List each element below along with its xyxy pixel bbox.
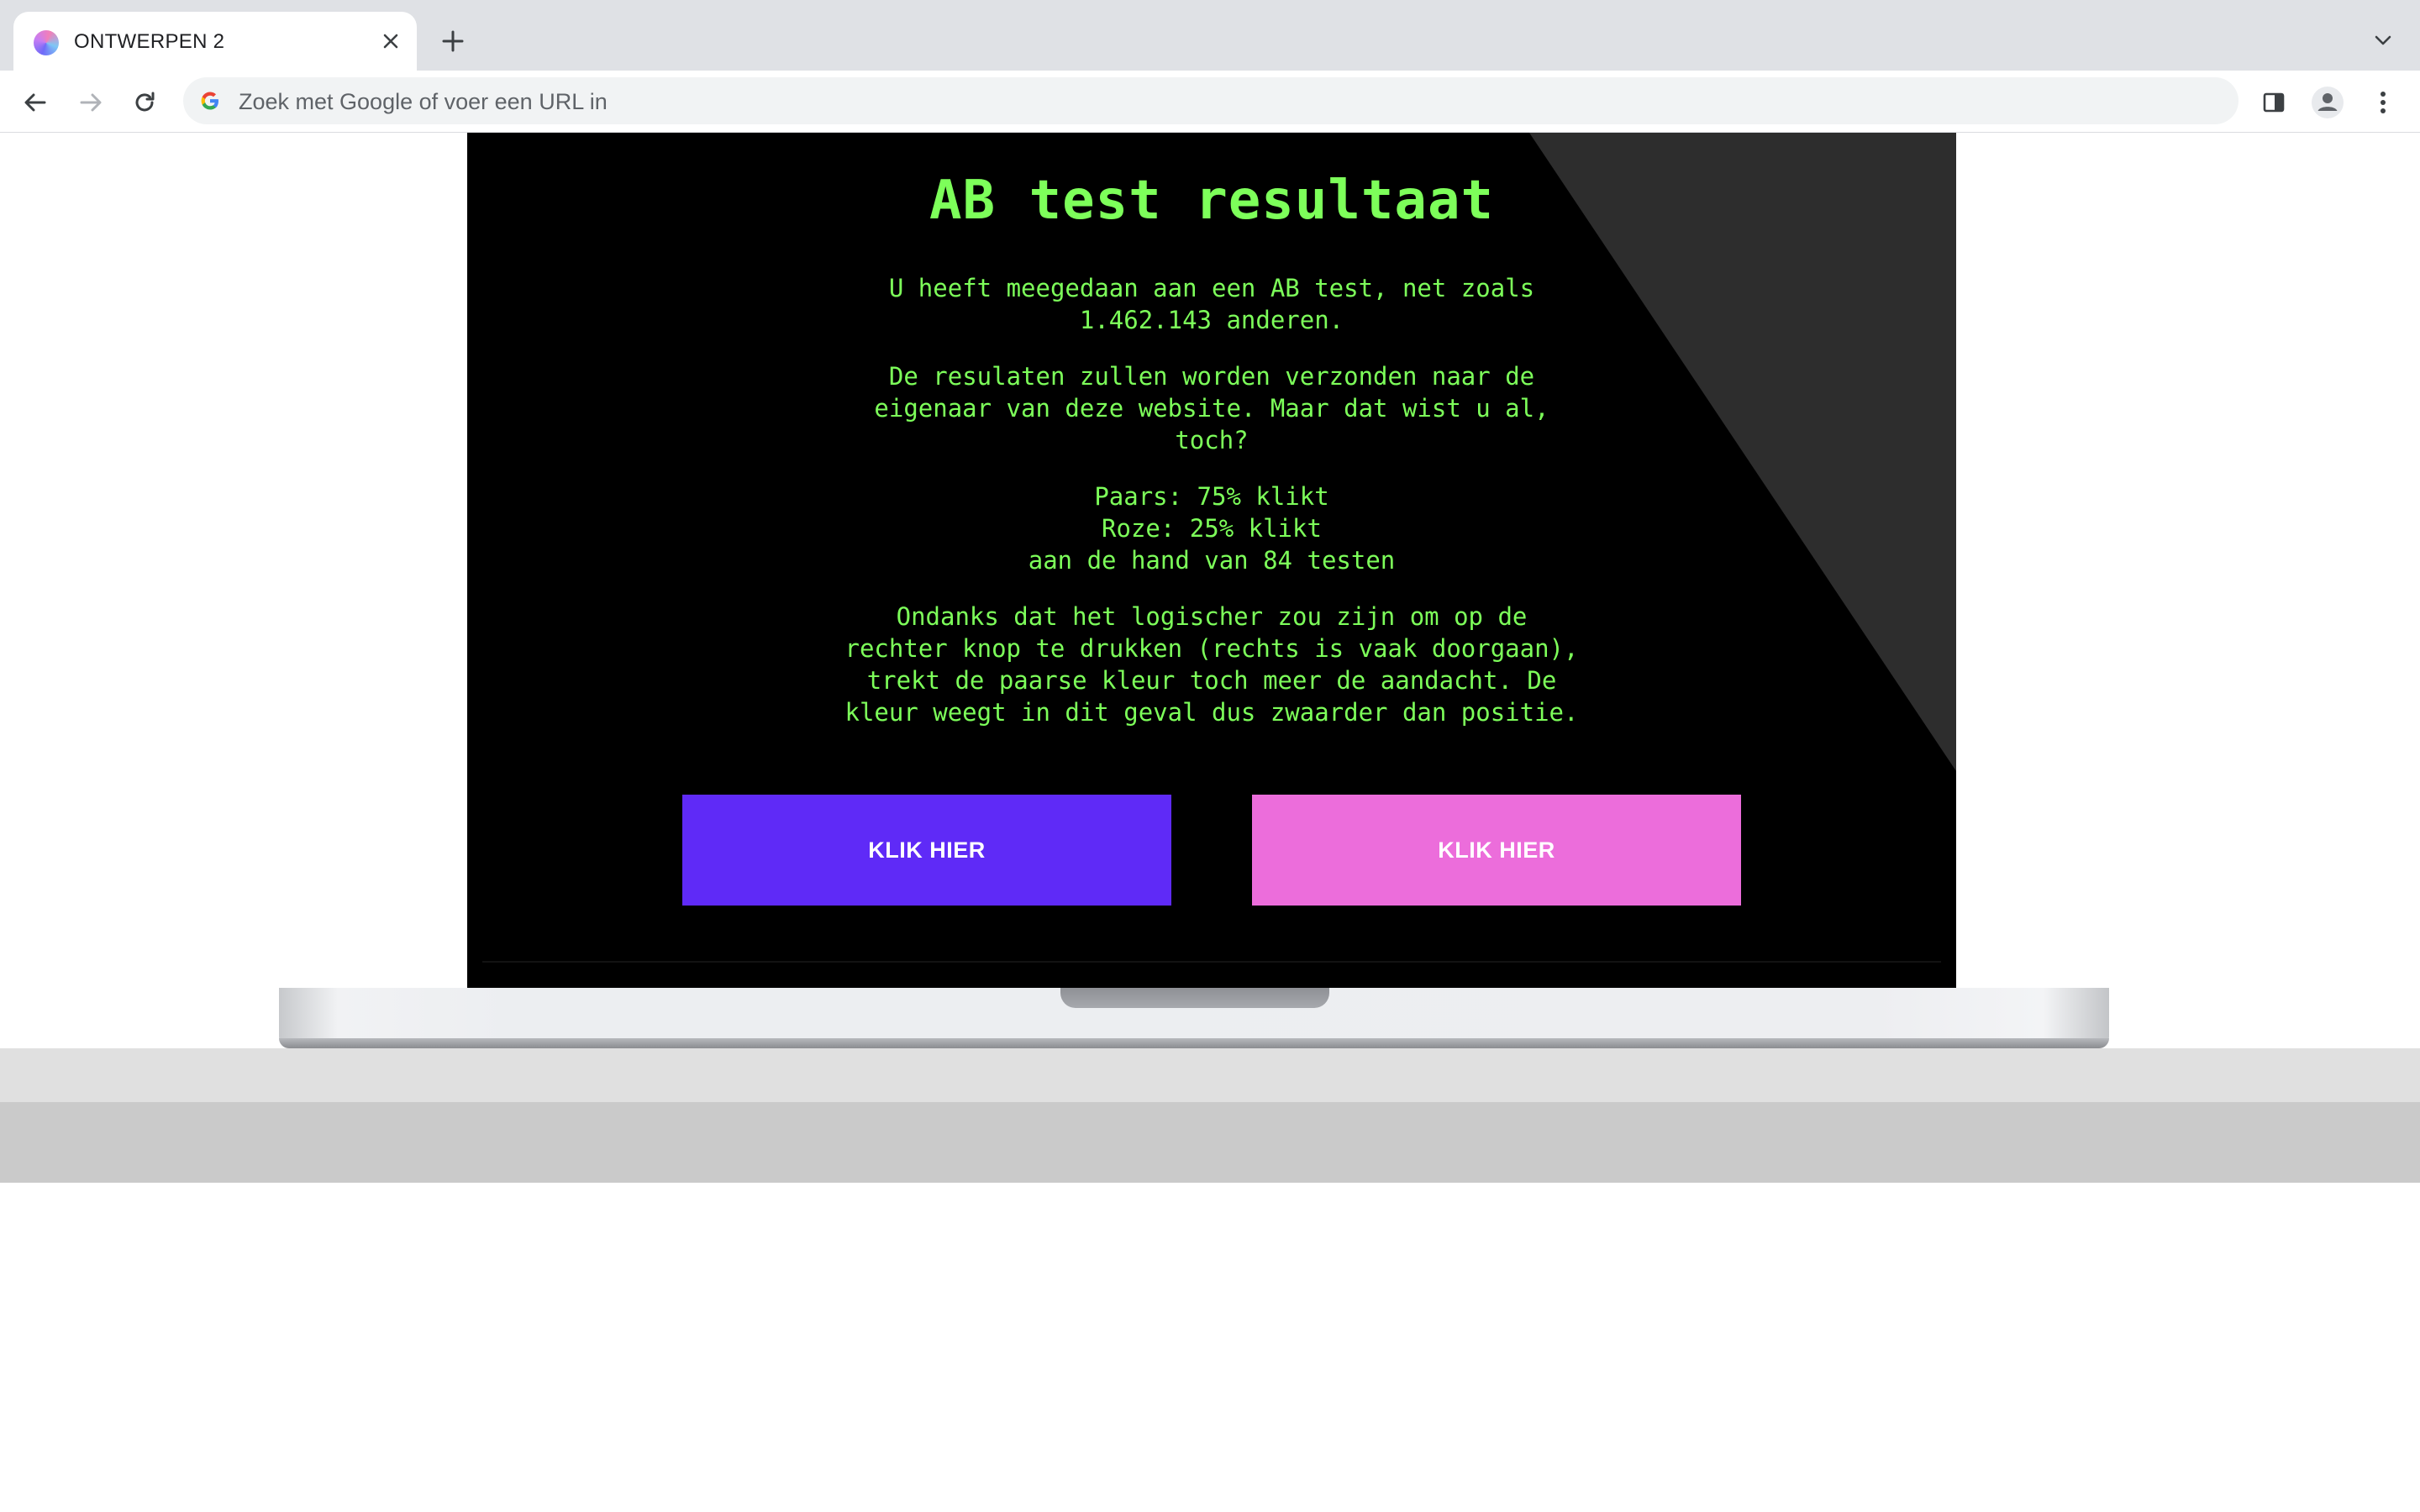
conclusion-text: Ondanks dat het logischer zou zijn om op… (844, 602, 1579, 727)
chevron-down-icon[interactable] (2368, 25, 2398, 55)
screen-divider (482, 961, 1941, 963)
google-icon (198, 89, 222, 113)
laptop-lip (279, 1038, 2109, 1048)
laptop-screen: AB test resultaat U heeft meegedaan aan … (467, 133, 1956, 988)
back-arrow-icon[interactable] (18, 86, 52, 119)
laptop-notch (1060, 988, 1329, 1008)
reload-icon[interactable] (128, 86, 161, 119)
browser-tab[interactable]: ONTWERPEN 2 (13, 12, 417, 71)
page-viewport: AB test resultaat U heeft meegedaan aan … (0, 133, 2420, 1512)
desk-front (0, 1102, 2420, 1183)
profile-icon[interactable] (2311, 86, 2344, 119)
pink-cta-button[interactable]: KLIK HIER (1252, 795, 1741, 906)
plus-icon[interactable] (437, 25, 469, 57)
app-favicon-icon (34, 30, 59, 55)
address-bar[interactable]: Zoek met Google of voer een URL in (183, 77, 2238, 124)
side-panel-icon[interactable] (2257, 86, 2291, 119)
participation-text: U heeft meegedaan aan een AB test, net z… (888, 274, 1535, 334)
results-sent-text: De resulaten zullen worden verzonden naa… (874, 362, 1549, 454)
forward-arrow-icon[interactable] (74, 86, 108, 119)
click-stats-text: Paars: 75% klikt Roze: 25% klikt aan de … (1028, 482, 1396, 575)
kebab-menu-icon[interactable] (2366, 86, 2400, 119)
page-title: AB test resultaat (929, 170, 1495, 232)
close-icon[interactable] (376, 27, 405, 55)
purple-cta-button[interactable]: KLIK HIER (682, 795, 1171, 906)
url-input[interactable]: Zoek met Google of voer een URL in (239, 89, 608, 115)
tab-strip: ONTWERPEN 2 (0, 0, 2420, 71)
desk-surface (0, 1048, 2420, 1102)
laptop-base (279, 988, 2109, 1048)
tab-title: ONTWERPEN 2 (74, 30, 225, 53)
browser-toolbar: Zoek met Google of voer een URL in (0, 71, 2420, 133)
